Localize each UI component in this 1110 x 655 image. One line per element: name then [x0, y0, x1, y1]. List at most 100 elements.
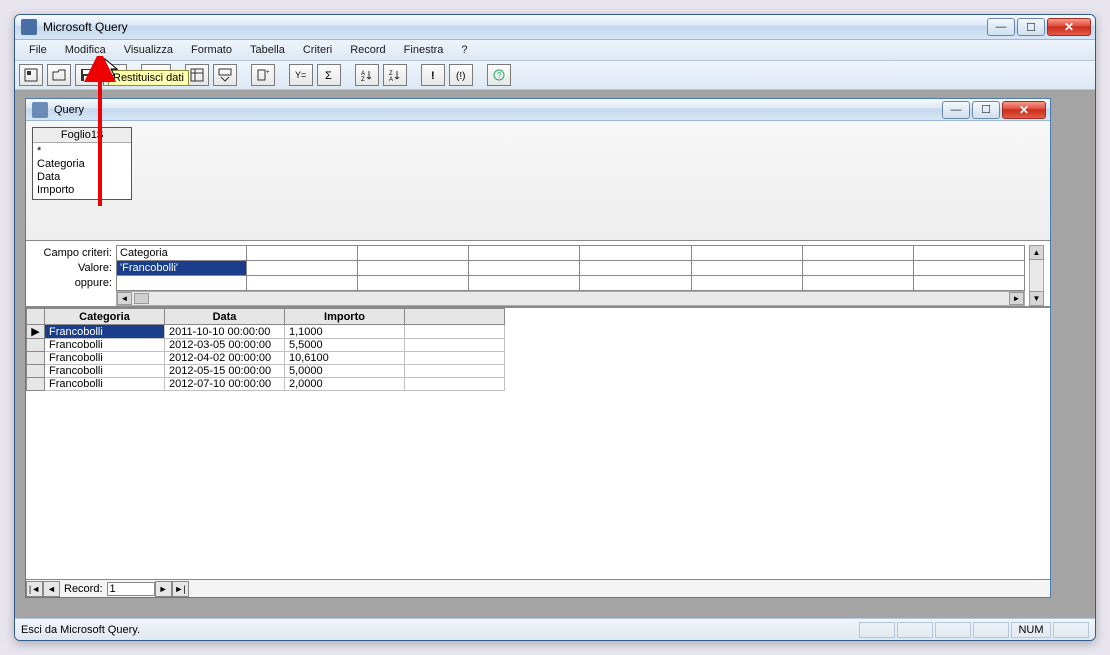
sort-asc-icon[interactable]: AZ — [355, 64, 379, 86]
cell[interactable]: Francobolli — [45, 352, 165, 365]
record-number-input[interactable] — [107, 582, 155, 596]
child-close-button[interactable]: ✕ — [1002, 101, 1046, 119]
menubar: File Modifica Visualizza Formato Tabella… — [15, 40, 1095, 61]
cell[interactable]: 2012-03-05 00:00:00 — [165, 339, 285, 352]
cell[interactable]: Francobolli — [45, 378, 165, 391]
cell[interactable]: 2011-10-10 00:00:00 — [165, 325, 285, 339]
child-maximize-button[interactable]: ☐ — [972, 101, 1000, 119]
scroll-right-icon[interactable]: ► — [1009, 292, 1024, 305]
maximize-button[interactable]: ☐ — [1017, 18, 1045, 36]
cell[interactable]: 2012-05-15 00:00:00 — [165, 365, 285, 378]
menu-visualizza[interactable]: Visualizza — [116, 42, 181, 58]
tables-pane[interactable]: Foglio1$ * Categoria Data Importo — [26, 121, 1050, 241]
open-icon[interactable] — [47, 64, 71, 86]
scroll-thumb[interactable] — [134, 293, 149, 304]
cell[interactable]: 10,6100 — [285, 352, 405, 365]
status-cell — [1053, 622, 1089, 638]
svg-text:Σ: Σ — [325, 70, 332, 82]
col-header[interactable]: Data — [165, 309, 285, 325]
new-query-icon[interactable] — [19, 64, 43, 86]
cell[interactable] — [405, 352, 505, 365]
prev-record-button[interactable]: ◄ — [43, 581, 60, 597]
criteria-field-label: Campo criteri: — [32, 246, 112, 261]
cell[interactable] — [405, 339, 505, 352]
close-button[interactable]: ✕ — [1047, 18, 1091, 36]
first-record-button[interactable]: |◄ — [26, 581, 43, 597]
svg-text:!: ! — [431, 70, 435, 82]
results-grid[interactable]: Categoria Data Importo ▶ Francobolli 201… — [26, 307, 1050, 579]
status-cell — [973, 622, 1009, 638]
totals-icon[interactable]: Σ — [317, 64, 341, 86]
field-item[interactable]: Data — [37, 171, 127, 184]
cell[interactable]: Francobolli — [45, 365, 165, 378]
criteria-or-cell[interactable] — [117, 276, 247, 291]
titlebar[interactable]: Microsoft Query — ☐ ✕ — [15, 15, 1095, 40]
child-minimize-button[interactable]: — — [942, 101, 970, 119]
menu-file[interactable]: File — [21, 42, 55, 58]
menu-tabella[interactable]: Tabella — [242, 42, 293, 58]
field-item[interactable]: Importo — [37, 184, 127, 197]
row-selector[interactable] — [27, 352, 45, 365]
row-selector-current[interactable]: ▶ — [27, 325, 45, 339]
criteria-value-label: Valore: — [32, 261, 112, 276]
record-label: Record: — [60, 583, 107, 595]
status-message: Esci da Microsoft Query. — [21, 624, 857, 636]
help-icon[interactable]: ? — [487, 64, 511, 86]
query-now-icon[interactable]: ! — [421, 64, 445, 86]
row-selector[interactable] — [27, 378, 45, 391]
cell[interactable]: 2012-07-10 00:00:00 — [165, 378, 285, 391]
scroll-down-icon[interactable]: ▼ — [1029, 291, 1044, 306]
criteria-grid[interactable]: Categoria 'Francobolli' ◄ — [116, 245, 1025, 306]
criteria-equals-icon[interactable]: Y= — [289, 64, 313, 86]
scroll-left-icon[interactable]: ◄ — [117, 292, 132, 305]
col-header[interactable]: Categoria — [45, 309, 165, 325]
criteria-hscrollbar[interactable]: ◄ ► — [116, 291, 1025, 306]
cell[interactable] — [405, 325, 505, 339]
cell[interactable]: 2012-04-02 00:00:00 — [165, 352, 285, 365]
show-criteria-icon[interactable] — [213, 64, 237, 86]
row-header-corner — [27, 309, 45, 325]
criteria-labels: Campo criteri: Valore: oppure: — [32, 245, 112, 306]
criteria-vscrollbar[interactable]: ▲ ▼ — [1029, 245, 1044, 306]
menu-record[interactable]: Record — [342, 42, 393, 58]
minimize-button[interactable]: — — [987, 18, 1015, 36]
col-header-empty[interactable] — [405, 309, 505, 325]
svg-text:+: + — [266, 70, 270, 76]
cell[interactable]: Francobolli — [45, 339, 165, 352]
cell[interactable]: 5,5000 — [285, 339, 405, 352]
criteria-value-cell[interactable]: 'Francobolli' — [117, 261, 247, 276]
next-record-button[interactable]: ► — [155, 581, 172, 597]
scroll-up-icon[interactable]: ▲ — [1029, 245, 1044, 260]
menu-help[interactable]: ? — [453, 42, 475, 58]
row-selector[interactable] — [27, 365, 45, 378]
svg-text:(!): (!) — [456, 71, 465, 82]
field-item[interactable]: Categoria — [37, 158, 127, 171]
tooltip: Restituisci dati — [108, 70, 189, 86]
table-field-list[interactable]: Foglio1$ * Categoria Data Importo — [32, 127, 132, 200]
cell[interactable] — [405, 365, 505, 378]
auto-query-icon[interactable]: (!) — [449, 64, 473, 86]
status-cell — [935, 622, 971, 638]
menu-formato[interactable]: Formato — [183, 42, 240, 58]
save-icon[interactable] — [75, 64, 99, 86]
col-header[interactable]: Importo — [285, 309, 405, 325]
numlock-indicator: NUM — [1011, 622, 1051, 638]
cell[interactable]: 5,0000 — [285, 365, 405, 378]
row-selector[interactable] — [27, 339, 45, 352]
child-titlebar[interactable]: Query — ☐ ✕ — [26, 99, 1050, 121]
last-record-button[interactable]: ►| — [172, 581, 189, 597]
sort-desc-icon[interactable]: ZA — [383, 64, 407, 86]
menu-finestra[interactable]: Finestra — [396, 42, 452, 58]
criteria-field-cell[interactable]: Categoria — [117, 246, 247, 261]
menu-modifica[interactable]: Modifica — [57, 42, 114, 58]
app-icon — [21, 19, 37, 35]
main-window: Microsoft Query — ☐ ✕ File Modifica Visu… — [14, 14, 1096, 641]
cell[interactable]: Francobolli — [45, 325, 165, 339]
child-window-title: Query — [54, 104, 940, 116]
cell[interactable] — [405, 378, 505, 391]
add-table-icon[interactable]: + — [251, 64, 275, 86]
cell[interactable]: 2,0000 — [285, 378, 405, 391]
cell[interactable]: 1,1000 — [285, 325, 405, 339]
menu-criteri[interactable]: Criteri — [295, 42, 340, 58]
field-item[interactable]: * — [37, 145, 127, 158]
